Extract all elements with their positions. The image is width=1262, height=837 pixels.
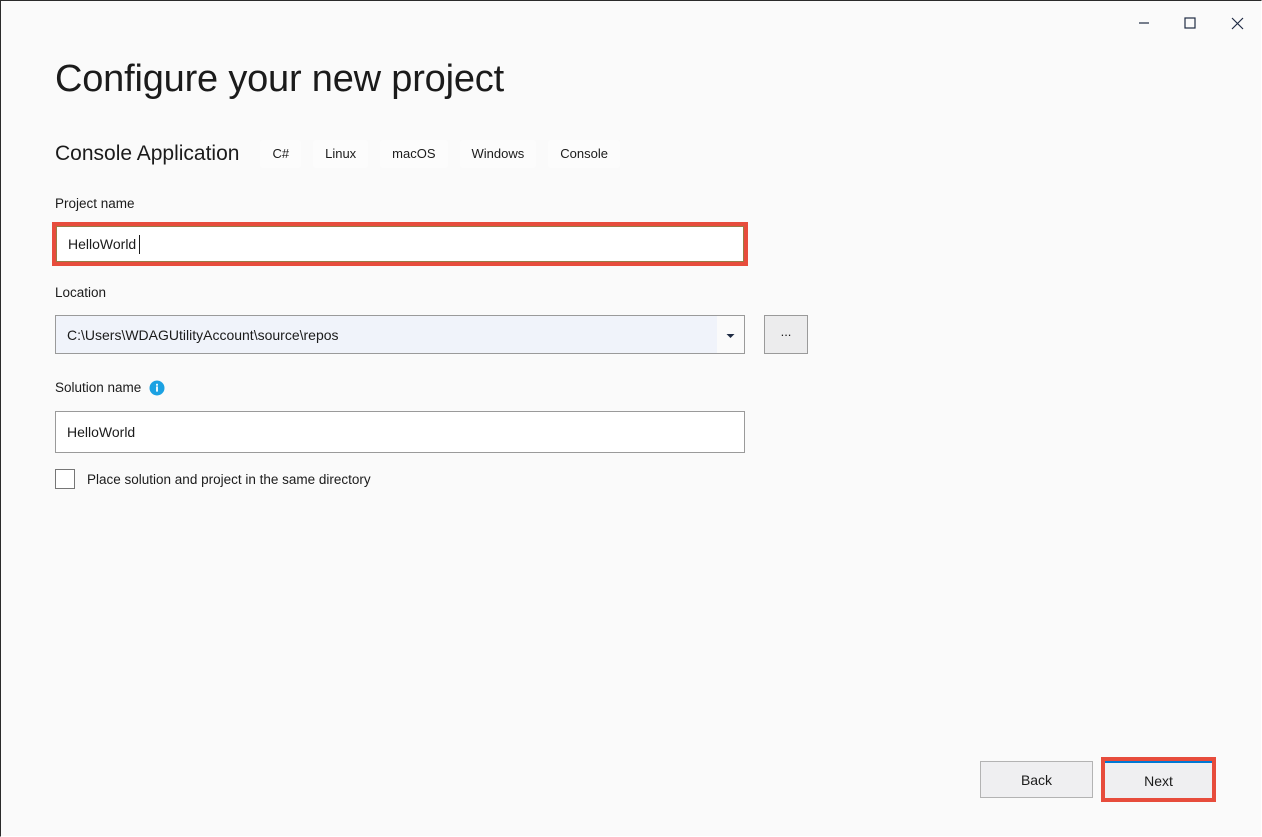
solution-name-label-text: Solution name xyxy=(55,379,141,397)
info-icon[interactable] xyxy=(149,380,165,396)
same-directory-label: Place solution and project in the same d… xyxy=(87,472,371,487)
solution-name-input[interactable] xyxy=(55,411,745,453)
same-directory-checkbox[interactable] xyxy=(55,469,75,489)
configure-new-project-dialog: Configure your new project Console Appli… xyxy=(0,0,1262,837)
project-name-input[interactable] xyxy=(56,226,744,262)
next-button-annotation: Next xyxy=(1101,757,1216,802)
close-button[interactable] xyxy=(1213,1,1261,45)
maximize-icon xyxy=(1184,17,1196,29)
window-title-bar xyxy=(1121,1,1261,47)
tag-macos: macOS xyxy=(380,140,447,168)
maximize-button[interactable] xyxy=(1167,1,1213,45)
same-directory-row[interactable]: Place solution and project in the same d… xyxy=(55,469,371,489)
location-dropdown-button[interactable] xyxy=(717,316,744,353)
location-combobox[interactable]: C:\Users\WDAGUtilityAccount\source\repos xyxy=(55,315,745,354)
back-button[interactable]: Back xyxy=(980,761,1093,798)
tag-console: Console xyxy=(548,140,620,168)
template-name: Console Application xyxy=(55,140,239,168)
minimize-icon xyxy=(1138,17,1150,29)
tag-linux: Linux xyxy=(313,140,368,168)
chevron-down-icon xyxy=(726,326,735,344)
tag-windows: Windows xyxy=(460,140,537,168)
next-button[interactable]: Next xyxy=(1105,761,1212,798)
tag-language: C# xyxy=(260,140,301,168)
project-name-annotation xyxy=(52,222,748,266)
template-summary-row: Console Application C# Linux macOS Windo… xyxy=(55,140,620,168)
minimize-button[interactable] xyxy=(1121,1,1167,45)
solution-name-label: Solution name xyxy=(55,379,165,397)
location-value: C:\Users\WDAGUtilityAccount\source\repos xyxy=(56,316,717,353)
location-label: Location xyxy=(55,284,106,302)
page-title: Configure your new project xyxy=(55,53,504,105)
project-name-label: Project name xyxy=(55,195,135,213)
browse-location-button[interactable]: ... xyxy=(764,315,808,354)
close-icon xyxy=(1231,17,1244,30)
text-cursor xyxy=(139,235,140,254)
